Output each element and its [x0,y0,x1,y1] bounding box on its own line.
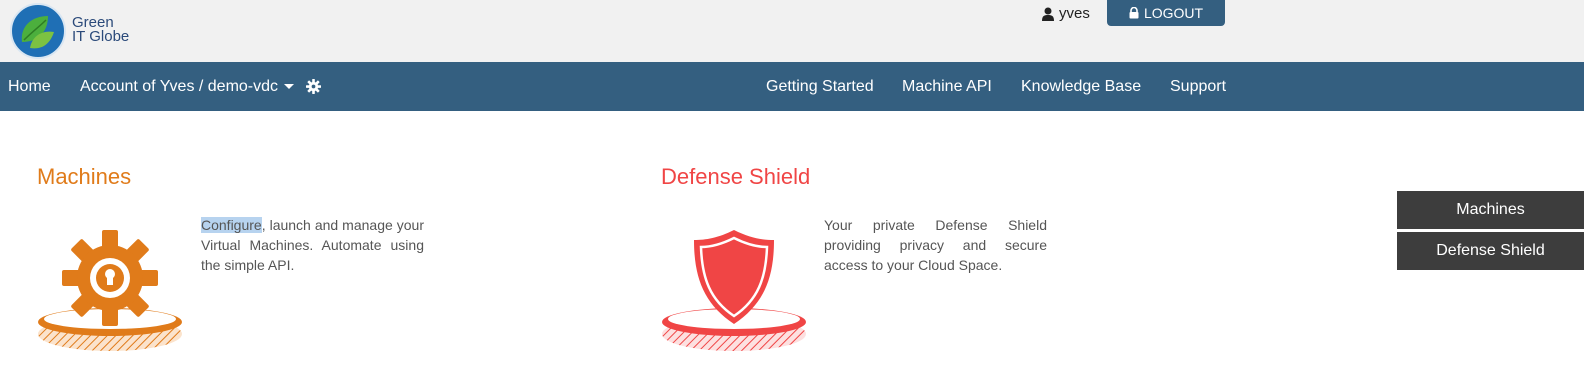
user-icon [1042,7,1054,21]
brand-logo[interactable]: Green IT Globe [8,2,140,59]
side-button-machines[interactable]: Machines [1397,191,1584,229]
nav-support[interactable]: Support [1170,62,1226,111]
side-button-defense-shield-label: Defense Shield [1436,242,1545,259]
gear-icon[interactable] [306,79,321,94]
user-menu[interactable]: yves [1042,5,1090,22]
machines-title[interactable]: Machines [37,164,131,190]
nav-getting-started[interactable]: Getting Started [766,62,874,111]
logout-label: LOGOUT [1143,5,1204,21]
machines-desc-highlight: Configure [201,217,262,233]
nav-knowledge-base-label: Knowledge Base [1021,78,1142,95]
machines-description: Configure, launch and manage your Virtua… [201,215,424,275]
top-bar: Green IT Globe yves LOGOUT [0,0,1584,62]
main-navbar: Home Account of Yves / demo-vdc Getting … [0,62,1584,111]
account-dropdown[interactable]: Account of Yves / demo-vdc [80,62,295,111]
defense-shield-title[interactable]: Defense Shield [661,164,810,190]
defense-shield-description: Your private Defense Shield providing pr… [824,217,1047,273]
account-label: Account of Yves / demo-vdc [80,78,279,95]
lock-icon [1129,7,1139,19]
nav-home[interactable]: Home [8,62,51,111]
nav-machine-api-label: Machine API [902,78,992,95]
brand-line2: IT Globe [72,28,130,45]
gear-platform-icon[interactable] [36,228,186,354]
side-button-machines-label: Machines [1456,201,1525,218]
nav-support-label: Support [1170,78,1227,95]
globe-leaf-logo-icon [10,3,66,59]
chevron-down-icon [284,84,295,90]
nav-getting-started-label: Getting Started [766,78,874,95]
shield-platform-icon[interactable] [660,228,810,354]
logout-button[interactable]: LOGOUT [1107,0,1225,26]
brand-name: Green IT Globe [72,15,130,45]
nav-machine-api[interactable]: Machine API [902,62,992,111]
nav-home-label: Home [8,78,51,95]
nav-knowledge-base[interactable]: Knowledge Base [1021,62,1141,111]
username: yves [1059,5,1090,22]
side-button-defense-shield[interactable]: Defense Shield [1397,232,1584,270]
